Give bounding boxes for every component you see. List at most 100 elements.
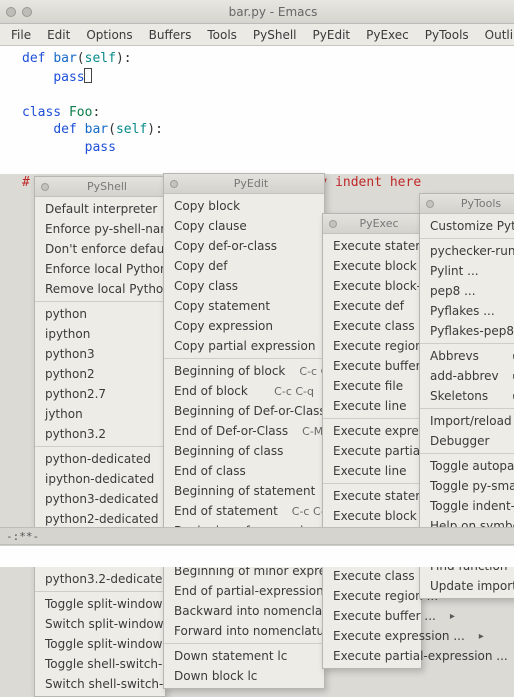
- menu-item[interactable]: Beginning of Def-or-ClassC-M-a: [164, 401, 324, 421]
- minimize-icon[interactable]: [22, 7, 32, 17]
- menu-item[interactable]: Customize Python m: [420, 216, 514, 236]
- close-icon[interactable]: [41, 183, 49, 191]
- menu-item[interactable]: pep8 ...: [420, 281, 514, 301]
- menu-item[interactable]: Toggle shell-switch-buffers-o: [35, 654, 165, 674]
- menu-item[interactable]: Copy class: [164, 276, 324, 296]
- menu-item[interactable]: add-abbrev▸: [420, 366, 514, 386]
- menu-item[interactable]: python3.2: [35, 424, 165, 444]
- menu-item[interactable]: Toggle split-windows-on-exe: [35, 594, 165, 614]
- menu-item[interactable]: python2.7: [35, 384, 165, 404]
- menu-item[interactable]: Pylint ...: [420, 261, 514, 281]
- menu-item[interactable]: jython: [35, 404, 165, 424]
- menu-item[interactable]: python3-dedicated: [35, 489, 165, 509]
- menu-item[interactable]: python: [35, 304, 165, 324]
- menu-item-label: End of class: [174, 464, 246, 478]
- code-token: pass: [53, 70, 84, 85]
- menu-pytools[interactable]: PyTools: [418, 26, 476, 44]
- menu-item[interactable]: Copy def-or-class: [164, 236, 324, 256]
- menu-item[interactable]: Skeletons▸: [420, 386, 514, 406]
- menu-item[interactable]: Copy block: [164, 196, 324, 216]
- menu-item[interactable]: Abbrevs▸: [420, 346, 514, 366]
- menu-item[interactable]: Execute def: [323, 296, 421, 316]
- menu-item[interactable]: Execute buffer ...▸: [323, 606, 421, 626]
- menu-item[interactable]: End of statementC-c C-: [164, 501, 324, 521]
- menu-item[interactable]: Copy def: [164, 256, 324, 276]
- menu-item[interactable]: Execute block: [323, 256, 421, 276]
- menu-item[interactable]: python-dedicated: [35, 449, 165, 469]
- menu-item[interactable]: Execute class ...▸: [323, 566, 421, 586]
- menu-item[interactable]: Execute buffer: [323, 356, 421, 376]
- menu-item[interactable]: Execute line: [323, 396, 421, 416]
- menu-item[interactable]: Import/reload file: [420, 411, 514, 431]
- menu-item[interactable]: Toggle indent-tabs-m: [420, 496, 514, 516]
- menu-item[interactable]: Execute file: [323, 376, 421, 396]
- menu-item[interactable]: Copy expression: [164, 316, 324, 336]
- menu-item[interactable]: Beginning of class: [164, 441, 324, 461]
- menu-item[interactable]: Copy clause: [164, 216, 324, 236]
- menu-item[interactable]: ipython: [35, 324, 165, 344]
- close-icon[interactable]: [170, 180, 178, 188]
- menu-item[interactable]: Execute class: [323, 316, 421, 336]
- menu-item[interactable]: Execute partial-expr: [323, 441, 421, 461]
- close-icon[interactable]: [426, 200, 434, 208]
- menu-item[interactable]: python2: [35, 364, 165, 384]
- menu-item[interactable]: Copy statement: [164, 296, 324, 316]
- menu-buffers[interactable]: Buffers: [142, 26, 199, 44]
- menu-item[interactable]: Execute region: [323, 336, 421, 356]
- menu-item[interactable]: pychecker-run: [420, 241, 514, 261]
- menu-item[interactable]: End of class: [164, 461, 324, 481]
- menu-item-label: ipython-dedicated: [45, 472, 154, 486]
- menu-item[interactable]: End of blockC-c C-q: [164, 381, 324, 401]
- menu-item[interactable]: Execute block ...▸: [323, 506, 421, 526]
- menu-item[interactable]: python2-dedicated: [35, 509, 165, 529]
- menu-item[interactable]: Update imports: [420, 576, 514, 596]
- editor-buffer[interactable]: def bar(self): pass class Foo: def bar(s…: [0, 46, 514, 174]
- menu-item[interactable]: ipython-dedicated: [35, 469, 165, 489]
- menu-item[interactable]: Backward into nomenclature: [164, 601, 324, 621]
- menu-item[interactable]: Execute region ...▸: [323, 586, 421, 606]
- menu-item[interactable]: python3.2-dedicated: [35, 569, 165, 589]
- menu-pyexec[interactable]: PyExec: [359, 26, 416, 44]
- menu-item[interactable]: Switch shell-switch-buffers-o: [35, 674, 165, 694]
- menu-item[interactable]: Switch split-windows-on-exe: [35, 614, 165, 634]
- menu-pyshell[interactable]: PyShell: [246, 26, 304, 44]
- menu-item-label: Pyflakes ...: [430, 304, 495, 318]
- menu-item-label: Import/reload file: [430, 414, 514, 428]
- menu-item[interactable]: Debugger: [420, 431, 514, 451]
- menu-item[interactable]: Execute block-or-cla: [323, 276, 421, 296]
- menu-item[interactable]: End of Def-or-ClassC-M-e: [164, 421, 324, 441]
- menu-item[interactable]: Pyflakes-pep8 ...: [420, 321, 514, 341]
- menu-options[interactable]: Options: [79, 26, 139, 44]
- menu-item[interactable]: Down block lc: [164, 666, 324, 686]
- menu-pyedit[interactable]: PyEdit: [306, 26, 358, 44]
- menu-tools[interactable]: Tools: [200, 26, 244, 44]
- menu-item[interactable]: Down statement lc: [164, 646, 324, 666]
- menu-outline[interactable]: Outline: [478, 26, 514, 44]
- menu-edit[interactable]: Edit: [40, 26, 77, 44]
- menu-item[interactable]: Beginning of blockC-c C-u: [164, 361, 324, 381]
- menu-item[interactable]: Toggle py-smart-inde: [420, 476, 514, 496]
- menu-item[interactable]: Enforce py-shell-name: [35, 219, 165, 239]
- menu-item[interactable]: Execute expression ...▸: [323, 626, 421, 646]
- close-icon[interactable]: [6, 7, 16, 17]
- menu-item[interactable]: Copy partial expression: [164, 336, 324, 356]
- menu-item[interactable]: Toggle split-windows-on-e: [35, 634, 165, 654]
- menu-file[interactable]: File: [4, 26, 38, 44]
- close-icon[interactable]: [329, 220, 337, 228]
- menu-item[interactable]: Execute statement: [323, 236, 421, 256]
- menu-item[interactable]: Enforce local Python shell: [35, 259, 165, 279]
- menu-item[interactable]: Pyflakes ...: [420, 301, 514, 321]
- menu-item[interactable]: python3: [35, 344, 165, 364]
- minibuffer[interactable]: [0, 545, 514, 567]
- menu-item[interactable]: Default interpreter: [35, 199, 165, 219]
- menu-item[interactable]: Remove local Python shell e: [35, 279, 165, 299]
- menu-item[interactable]: Don't enforce default interp: [35, 239, 165, 259]
- menu-item[interactable]: Execute statement ...▸: [323, 486, 421, 506]
- menu-item[interactable]: End of partial-expression: [164, 581, 324, 601]
- menu-item[interactable]: Execute partial-expression ...▸: [323, 646, 421, 666]
- menu-item[interactable]: Beginning of statementC-c C-p: [164, 481, 324, 501]
- menu-item[interactable]: Forward into nomenclature: [164, 621, 324, 641]
- menu-item[interactable]: Execute expression: [323, 421, 421, 441]
- menu-item[interactable]: Execute line: [323, 461, 421, 481]
- menu-item[interactable]: Toggle autopair-mod: [420, 456, 514, 476]
